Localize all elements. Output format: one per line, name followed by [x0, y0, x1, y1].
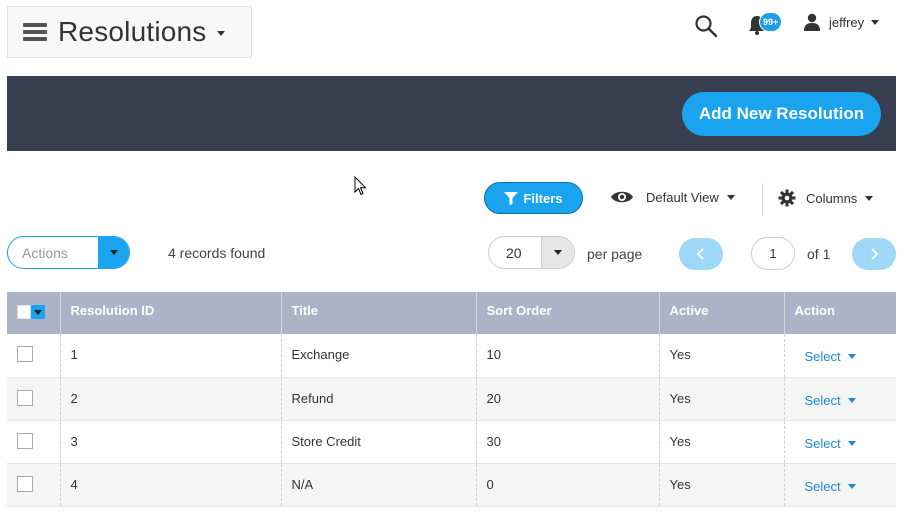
cursor-pointer — [354, 176, 367, 196]
table-row: 1 Exchange 10 Yes Select — [7, 334, 896, 378]
cell-active: Yes — [658, 334, 784, 378]
chevron-right-icon — [871, 248, 879, 260]
row-action-select[interactable]: Select — [805, 479, 856, 494]
page-number-input[interactable]: 1 — [751, 237, 795, 270]
per-page-label: per page — [587, 246, 643, 262]
column-header-title[interactable]: Title — [280, 292, 476, 334]
cell-sort-order: 10 — [475, 334, 659, 378]
chevron-down-icon — [847, 397, 856, 403]
cell-id: 2 — [59, 377, 281, 421]
chevron-down-icon — [34, 309, 42, 315]
columns-dropdown[interactable]: Columns — [778, 189, 874, 207]
row-action-select[interactable]: Select — [805, 349, 856, 364]
per-page-toggle[interactable] — [541, 237, 574, 268]
per-page-select[interactable]: 20 — [488, 236, 575, 269]
next-page-button[interactable] — [852, 238, 896, 270]
chevron-down-icon — [865, 195, 874, 201]
cell-title: Refund — [280, 377, 476, 421]
user-icon — [804, 13, 820, 31]
filter-icon — [504, 191, 519, 205]
notification-badge[interactable]: 99+ — [759, 12, 783, 32]
resolutions-table: Resolution ID Title Sort Order Active Ac… — [7, 292, 896, 507]
records-count: 4 records found — [168, 245, 266, 261]
cell-id: 1 — [59, 334, 281, 378]
add-new-resolution-button[interactable]: Add New Resolution — [682, 92, 881, 136]
cell-active: Yes — [658, 463, 784, 507]
chevron-down-icon — [871, 19, 880, 25]
cell-title: N/A — [280, 463, 476, 507]
cell-id: 3 — [59, 420, 281, 464]
action-banner: Add New Resolution — [7, 76, 896, 151]
cell-active: Yes — [658, 420, 784, 464]
cell-active: Yes — [658, 377, 784, 421]
filters-label: Filters — [523, 190, 563, 206]
column-header-action: Action — [783, 292, 896, 334]
select-label: Select — [804, 349, 841, 364]
gear-icon — [778, 189, 796, 207]
chevron-down-icon — [847, 440, 856, 446]
column-header-active[interactable]: Active — [658, 292, 784, 334]
per-page-value: 20 — [506, 244, 522, 261]
total-pages-label: of 1 — [807, 246, 831, 262]
select-all-checkbox[interactable] — [17, 305, 45, 319]
chevron-down-icon — [726, 194, 735, 200]
column-header-resolution-id[interactable]: Resolution ID — [59, 292, 281, 334]
columns-label: Columns — [806, 190, 858, 206]
cell-title: Store Credit — [280, 420, 476, 464]
select-label: Select — [804, 478, 841, 494]
view-dropdown[interactable]: Default View — [610, 189, 735, 205]
chevron-down-icon — [109, 250, 118, 255]
table-row: 3 Store Credit 30 Yes Select — [7, 420, 896, 464]
column-header-sort-order[interactable]: Sort Order — [475, 292, 659, 334]
cell-sort-order: 0 — [475, 463, 659, 507]
table-row: 4 N/A 0 Yes Select — [7, 463, 896, 507]
toolbar-divider — [762, 183, 763, 215]
username: jeffrey — [829, 14, 865, 30]
row-action-select[interactable]: Select — [805, 393, 856, 408]
actions-dropdown[interactable]: Actions — [7, 236, 130, 269]
chevron-down-icon — [847, 354, 856, 359]
row-checkbox[interactable] — [17, 475, 33, 492]
menu-icon[interactable] — [23, 23, 47, 41]
cell-sort-order: 20 — [475, 377, 659, 421]
actions-toggle[interactable] — [98, 237, 129, 268]
cell-id: 4 — [59, 463, 281, 507]
page-title: Resolutions — [58, 16, 207, 47]
chevron-left-icon — [696, 248, 704, 260]
table-header-row: Resolution ID Title Sort Order Active Ac… — [7, 292, 896, 334]
row-checkbox[interactable] — [17, 346, 33, 362]
chevron-down-icon — [216, 31, 225, 36]
row-checkbox[interactable] — [17, 432, 33, 449]
row-checkbox[interactable] — [17, 389, 33, 406]
search-icon[interactable] — [694, 14, 718, 38]
filters-button[interactable]: Filters — [484, 182, 583, 214]
select-all-header[interactable] — [7, 292, 60, 334]
row-action-select[interactable]: Select — [805, 436, 856, 451]
table-row: 2 Refund 20 Yes Select — [7, 377, 896, 421]
eye-icon — [611, 191, 633, 203]
select-label: Select — [804, 392, 841, 408]
chevron-down-icon — [554, 250, 562, 255]
select-label: Select — [804, 435, 841, 451]
user-menu[interactable]: jeffrey — [803, 13, 880, 31]
chevron-down-icon — [847, 483, 856, 489]
cell-sort-order: 30 — [475, 420, 659, 464]
actions-placeholder: Actions — [22, 244, 68, 261]
previous-page-button[interactable] — [679, 238, 723, 270]
cell-title: Exchange — [280, 334, 476, 378]
page-title-menu[interactable]: Resolutions — [7, 6, 252, 58]
view-label: Default View — [646, 189, 719, 205]
